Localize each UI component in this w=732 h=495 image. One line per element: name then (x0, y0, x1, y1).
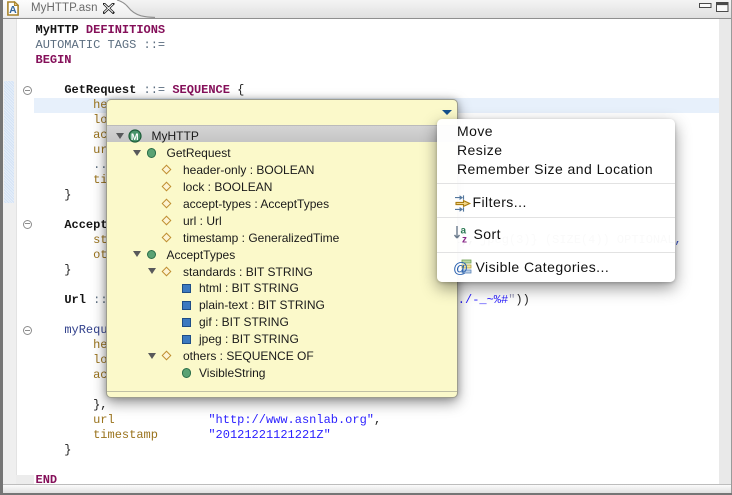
svg-text:@: @ (453, 260, 468, 276)
svg-text:z: z (462, 235, 467, 245)
svg-text:M: M (131, 132, 139, 142)
svg-text:A: A (9, 4, 17, 16)
